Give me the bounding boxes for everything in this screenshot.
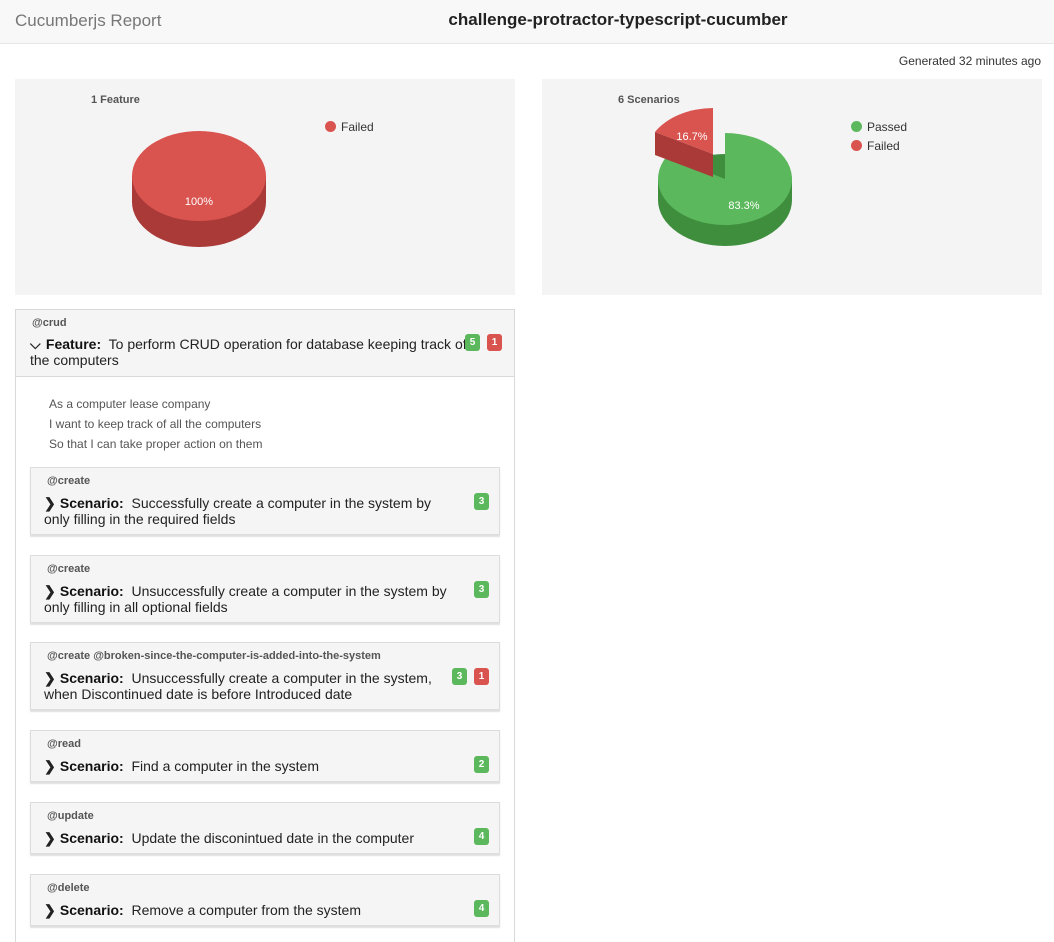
navbar: Cucumberjs Report challenge-protractor-t… [0, 0, 1054, 44]
scenario-panel[interactable]: @read ❯ Scenario: Find a computer in the… [30, 730, 500, 782]
scenario-name: Remove a computer from the system [131, 902, 362, 918]
pie-label-passed: 83.3% [728, 200, 759, 212]
scenario-panel[interactable]: @create ❯ Scenario: Successfully create … [30, 467, 500, 535]
scenario-passed-badge: 4 [474, 828, 489, 845]
scenario-title: ❯ Scenario: Find a computer in the syste… [44, 758, 454, 774]
scenario-panel[interactable]: @update ❯ Scenario: Update the disconint… [30, 802, 500, 854]
scenario-title: ❯ Scenario: Unsuccessfully create a comp… [44, 670, 454, 702]
scenario-title: ❯ Scenario: Update the disconintued date… [44, 830, 454, 846]
legend-label: Passed [867, 119, 908, 134]
legend-dot-passed [851, 121, 862, 132]
features-pie-chart: 100% [132, 131, 266, 247]
pie-label-failed: 100% [185, 196, 213, 208]
scenario-keyword: Scenario: [59, 670, 124, 686]
feature-panel: @crud ⌵ Feature: To perform CRUD operati… [15, 309, 515, 942]
scenario-keyword: Scenario: [59, 583, 124, 599]
scenario-passed-badge: 3 [452, 668, 467, 685]
feature-description: As a computer lease company I want to ke… [49, 394, 262, 454]
scenarios-chart-panel: 6 Scenarios 16.7% 83.3% Passed Failed [542, 79, 1042, 295]
scenario-keyword: Scenario: [59, 902, 124, 918]
scenario-passed-badge: 3 [474, 581, 489, 598]
scenario-tag: @delete [47, 882, 90, 894]
chevron-right-icon[interactable]: ❯ [44, 670, 56, 686]
scenario-panel[interactable]: @create @broken-since-the-computer-is-ad… [30, 642, 500, 710]
description-line: I want to keep track of all the computer… [49, 417, 262, 431]
scenarios-pie-chart: 16.7% 83.3% [655, 108, 793, 246]
feature-passed-badge: 5 [465, 334, 480, 351]
features-chart-panel: 1 Feature 100% Failed [15, 79, 515, 295]
legend-item-failed[interactable]: Failed [851, 136, 907, 155]
pie-label-failed: 16.7% [676, 131, 707, 143]
feature-tag: @crud [32, 317, 67, 329]
report-title: challenge-protractor-typescript-cucumber [448, 10, 788, 29]
chevron-right-icon[interactable]: ❯ [44, 902, 56, 918]
scenario-title: ❯ Scenario: Unsuccessfully create a comp… [44, 583, 454, 615]
scenario-tag: @update [47, 810, 94, 822]
scenario-passed-badge: 4 [474, 900, 489, 917]
feature-keyword: Feature: [45, 336, 102, 352]
chevron-right-icon[interactable]: ❯ [44, 495, 56, 511]
scenario-passed-badge: 2 [474, 756, 489, 773]
chevron-right-icon[interactable]: ❯ [44, 583, 56, 599]
feature-title: ⌵ Feature: To perform CRUD operation for… [30, 336, 480, 368]
legend-item-failed[interactable]: Failed [325, 117, 374, 136]
scenario-failed-badge: 1 [474, 668, 489, 685]
scenario-name: Find a computer in the system [131, 758, 320, 774]
legend-label: Failed [341, 119, 374, 134]
scenario-name: Update the disconintued date in the comp… [131, 830, 415, 846]
scenario-panel[interactable]: @create ❯ Scenario: Unsuccessfully creat… [30, 555, 500, 623]
legend-dot-failed [325, 121, 336, 132]
scenarios-legend: Passed Failed [851, 117, 907, 155]
feature-header[interactable]: @crud ⌵ Feature: To perform CRUD operati… [16, 310, 514, 377]
legend-dot-failed [851, 140, 862, 151]
legend-label: Failed [867, 138, 900, 153]
chevron-right-icon[interactable]: ❯ [44, 830, 56, 846]
scenario-tag: @create [47, 475, 91, 487]
scenario-keyword: Scenario: [59, 495, 124, 511]
chevron-down-icon[interactable]: ⌵ [30, 336, 42, 352]
generated-time: Generated 32 minutes ago [898, 54, 1041, 68]
scenario-passed-badge: 3 [474, 493, 489, 510]
description-line: So that I can take proper action on them [49, 437, 263, 451]
scenario-keyword: Scenario: [59, 830, 124, 846]
scenario-title: ❯ Scenario: Remove a computer from the s… [44, 902, 454, 918]
description-line: As a computer lease company [49, 397, 211, 411]
scenario-tag: @create [47, 563, 91, 575]
scenario-tag: @create @broken-since-the-computer-is-ad… [47, 650, 381, 662]
scenario-tag: @read [47, 738, 81, 750]
feature-failed-badge: 1 [487, 334, 502, 351]
features-legend: Failed [325, 117, 374, 136]
scenario-keyword: Scenario: [59, 758, 124, 774]
chevron-right-icon[interactable]: ❯ [44, 758, 56, 774]
scenario-panel[interactable]: @delete ❯ Scenario: Remove a computer fr… [30, 874, 500, 926]
legend-item-passed[interactable]: Passed [851, 117, 907, 136]
scenario-title: ❯ Scenario: Successfully create a comput… [44, 495, 454, 527]
